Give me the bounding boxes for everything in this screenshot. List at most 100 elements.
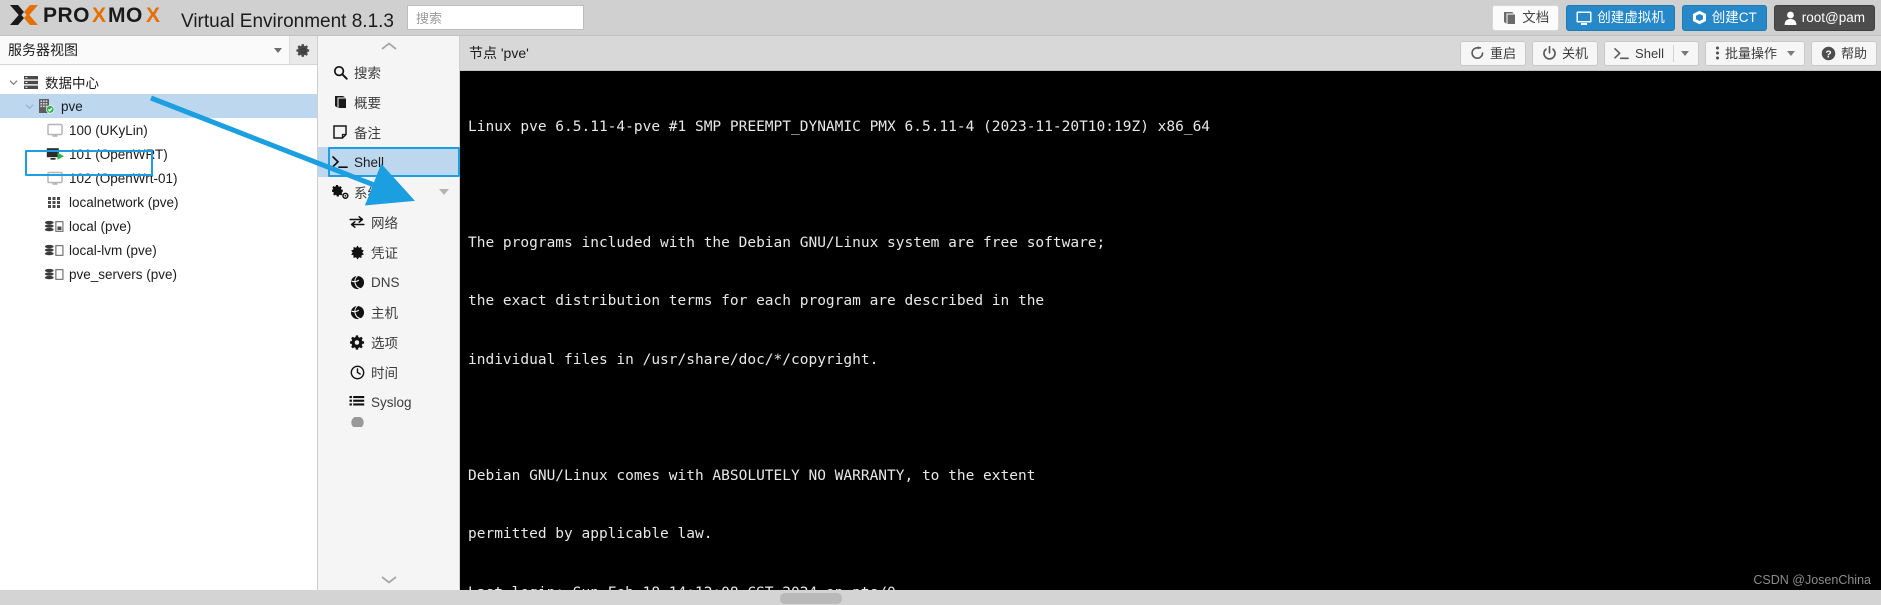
vm-running-icon <box>44 147 66 162</box>
view-mode-label: 服务器视图 <box>8 42 78 58</box>
sidebar-settings-button[interactable] <box>290 36 317 64</box>
nav-item-label: Shell <box>354 154 385 170</box>
nav-item-network[interactable]: 网络 <box>318 207 459 237</box>
global-search-input[interactable]: 搜索 <box>407 5 584 30</box>
nav-item-notes[interactable]: 备注 <box>318 117 459 147</box>
nav-item-partial[interactable] <box>318 417 459 427</box>
shell-button[interactable]: Shell <box>1604 40 1699 66</box>
vm-stopped-icon <box>44 123 66 138</box>
create-vm-label: 创建虚拟机 <box>1597 9 1665 25</box>
create-ct-button[interactable]: 创建CT <box>1681 4 1767 31</box>
network-icon <box>44 195 66 209</box>
nav-item-certificates[interactable]: 凭证 <box>318 237 459 267</box>
xterm-terminal[interactable]: Linux pve 6.5.11-4-pve #1 SMP PREEMPT_DY… <box>460 71 1881 590</box>
nav-item-summary[interactable]: 概要 <box>318 87 459 117</box>
view-mode-select[interactable]: 服务器视图 <box>0 36 290 64</box>
nav-item-label: 主机 <box>371 306 398 321</box>
nav-item-shell[interactable]: Shell <box>318 147 459 177</box>
clock-icon <box>346 365 368 380</box>
content-panel: 节点 'pve' 重启 关机 Shell 批量操作 ? 帮助 Linux pve… <box>460 36 1881 590</box>
book-icon <box>1504 11 1516 24</box>
horizontal-scrollbar-thumb[interactable] <box>780 593 842 604</box>
nav-item-label: 时间 <box>371 366 398 381</box>
tree-item-vm-102[interactable]: 102 (OpenWrt-01) <box>0 166 317 190</box>
tree-item-label: 数据中心 <box>45 76 99 91</box>
shutdown-button[interactable]: 关机 <box>1532 40 1599 66</box>
shell-dropdown-toggle[interactable] <box>1672 44 1689 62</box>
nav-item-syslog[interactable]: Syslog <box>318 387 459 417</box>
nav-scroll-up-button[interactable] <box>318 36 459 57</box>
tree-item-vm-101[interactable]: 101 (OpenWRT) <box>0 142 317 166</box>
shell-prompt-icon <box>1614 47 1629 59</box>
nav-item-system[interactable]: 系统 <box>318 177 459 207</box>
restart-button[interactable]: 重启 <box>1460 40 1527 66</box>
user-menu-button[interactable]: root@pam <box>1773 4 1875 31</box>
tree-item-storage-pve-servers[interactable]: pve_servers (pve) <box>0 262 317 286</box>
nav-item-label: 搜索 <box>354 66 381 81</box>
proxmox-web-ui: PRO X MO X Virtual Environment 8.1.3 搜索 <box>0 0 1881 605</box>
svg-text:X: X <box>92 4 106 27</box>
tree-item-datacenter[interactable]: 数据中心 <box>0 70 317 94</box>
proxmox-logo-icon: PRO X MO X <box>10 4 160 27</box>
toolbar-buttons: 重启 关机 Shell 批量操作 ? 帮助 <box>1460 40 1877 66</box>
nav-item-options[interactable]: 选项 <box>318 327 459 357</box>
tree-item-localnetwork[interactable]: localnetwork (pve) <box>0 190 317 214</box>
shell-prompt-icon <box>329 155 351 169</box>
create-vm-button[interactable]: 创建虚拟机 <box>1566 4 1675 31</box>
documentation-label: 文档 <box>1522 9 1550 25</box>
svg-text:X: X <box>146 4 160 27</box>
restart-icon <box>1471 46 1484 59</box>
help-icon: ? <box>1821 46 1836 60</box>
terminal-area: Linux pve 6.5.11-4-pve #1 SMP PREEMPT_DY… <box>460 71 1881 590</box>
tree-item-vm-100[interactable]: 100 (UKyLin) <box>0 118 317 142</box>
header-buttons: 文档 创建虚拟机 创建CT root@pam <box>1492 4 1875 31</box>
chevron-down-icon[interactable] <box>439 189 449 195</box>
certificate-icon <box>346 245 368 260</box>
status-bar <box>0 590 1881 605</box>
cog-icon <box>346 334 368 350</box>
chevron-down-icon <box>1786 50 1795 56</box>
nav-item-hosts[interactable]: 主机 <box>318 297 459 327</box>
nav-item-label: 选项 <box>371 336 398 351</box>
nav-item-dns[interactable]: DNS <box>318 267 459 297</box>
shutdown-label: 关机 <box>1562 45 1589 61</box>
terminal-line: permitted by applicable law. <box>468 526 713 543</box>
tree-item-label: 101 (OpenWRT) <box>69 146 168 162</box>
user-icon <box>1784 11 1797 25</box>
tree-item-label: local-lvm (pve) <box>69 242 157 258</box>
chevron-up-icon <box>380 42 397 50</box>
nav-item-label <box>371 417 375 427</box>
tree-item-label: pve <box>61 98 83 114</box>
tree-item-pve[interactable]: pve <box>0 94 317 118</box>
bulk-actions-button[interactable]: 批量操作 <box>1704 40 1805 66</box>
shell-label: Shell <box>1635 45 1664 61</box>
chevron-down-icon <box>274 47 282 53</box>
nav-item-label: 系统 <box>354 186 381 201</box>
globe-icon <box>346 305 368 320</box>
search-icon <box>329 65 351 80</box>
documentation-button[interactable]: 文档 <box>1492 4 1560 31</box>
server-view-panel: 服务器视图 数据中心 pve 100 (UKyLin) 101 (OpenWRT… <box>0 36 318 590</box>
storage-icon <box>44 243 66 258</box>
power-icon <box>1543 45 1556 60</box>
note-icon <box>329 125 351 139</box>
nav-item-search[interactable]: 搜索 <box>318 57 459 87</box>
create-ct-label: 创建CT <box>1711 9 1757 25</box>
terminal-line: The programs included with the Debian GN… <box>468 235 1106 252</box>
nav-item-time[interactable]: 时间 <box>318 357 459 387</box>
nav-scroll-down-button[interactable] <box>318 569 459 590</box>
main-body: 服务器视图 数据中心 pve 100 (UKyLin) 101 (OpenWRT… <box>0 36 1881 590</box>
terminal-line: individual files in /usr/share/doc/*/cop… <box>468 351 879 368</box>
product-title: Virtual Environment 8.1.3 <box>181 10 394 32</box>
expand-chevron-icon[interactable] <box>6 78 20 87</box>
top-header: PRO X MO X Virtual Environment 8.1.3 搜索 <box>0 0 1881 36</box>
bulk-actions-label: 批量操作 <box>1724 45 1777 61</box>
watermark-text: CSDN @JosenChina <box>1753 573 1871 587</box>
tree-item-storage-local-lvm[interactable]: local-lvm (pve) <box>0 238 317 262</box>
tree-item-storage-local[interactable]: local (pve) <box>0 214 317 238</box>
chevron-down-icon <box>380 576 397 584</box>
help-button[interactable]: ? 帮助 <box>1810 40 1877 66</box>
expand-chevron-icon[interactable] <box>22 102 36 111</box>
